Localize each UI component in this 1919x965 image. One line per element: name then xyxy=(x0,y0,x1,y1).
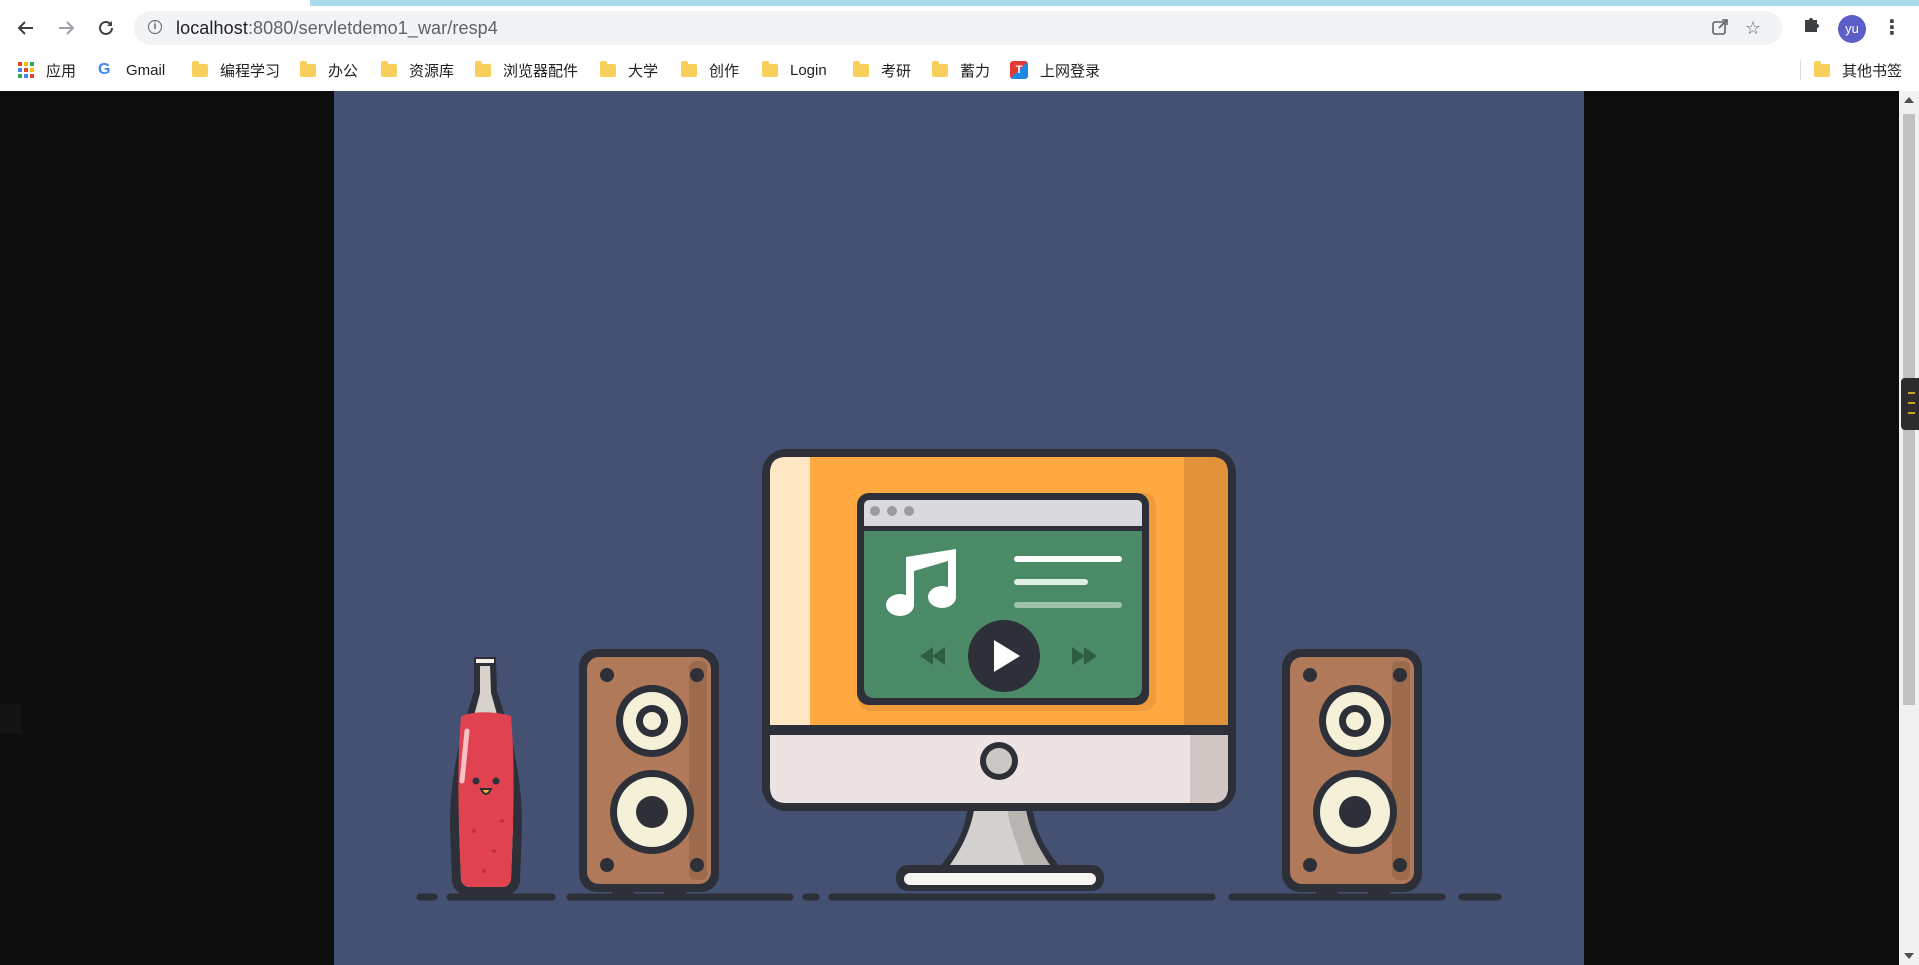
bookmarks-bar: 应用 G Gmail 编程学习 办公 资源库 浏览器配件 大学 创作 Login… xyxy=(0,52,1919,88)
bookmark-label: 创作 xyxy=(709,62,740,80)
folder-icon xyxy=(300,60,316,77)
bookmark-network-login[interactable]: T 上网登录 xyxy=(1010,58,1100,82)
bookmark-label: 大学 xyxy=(628,62,659,80)
apps-grid-icon xyxy=(18,62,34,78)
page-scrollbar[interactable] xyxy=(1899,91,1919,965)
bookmark-label: 编程学习 xyxy=(220,62,281,80)
right-speaker xyxy=(1282,649,1422,899)
bookmark-folder-exam[interactable]: 考研 xyxy=(853,58,911,82)
browser-chrome: i localhost:8080/servletdemo1_war/resp4 … xyxy=(0,0,1919,91)
folder-icon xyxy=(1814,60,1830,77)
puzzle-icon[interactable] xyxy=(1797,14,1825,42)
page-viewport xyxy=(0,91,1899,965)
bookmark-label: 资源库 xyxy=(409,62,455,80)
bookmark-other[interactable]: 其他书签 xyxy=(1814,58,1902,82)
scroll-down-icon[interactable] xyxy=(1904,953,1914,959)
bookmark-apps[interactable]: 应用 xyxy=(18,58,76,82)
bookmark-folder-creation[interactable]: 创作 xyxy=(681,58,739,82)
side-handle[interactable] xyxy=(0,704,22,734)
bookmark-label: Gmail xyxy=(126,61,166,79)
forward-arrow-icon[interactable] xyxy=(52,14,80,42)
bookmark-folder-power[interactable]: 蓄力 xyxy=(932,58,990,82)
info-icon[interactable]: i xyxy=(148,20,162,34)
bookmark-label: 应用 xyxy=(46,62,77,80)
url-text[interactable]: localhost:8080/servletdemo1_war/resp4 xyxy=(176,18,498,39)
folder-icon xyxy=(381,60,397,77)
kebab-menu-icon[interactable]: ⋮ xyxy=(1882,14,1902,42)
address-bar[interactable]: i localhost:8080/servletdemo1_war/resp4 … xyxy=(134,11,1782,45)
bookmark-label: 考研 xyxy=(881,62,912,80)
bookmark-label: 办公 xyxy=(328,62,359,80)
folder-icon xyxy=(762,60,778,77)
bookmark-folder-programming[interactable]: 编程学习 xyxy=(192,58,280,82)
folder-icon xyxy=(475,60,491,77)
folder-icon xyxy=(681,60,697,77)
bookmark-folder-resources[interactable]: 资源库 xyxy=(381,58,454,82)
reload-icon[interactable] xyxy=(92,14,120,42)
bookmark-label: 上网登录 xyxy=(1040,62,1101,80)
bookmark-folder-browser-addons[interactable]: 浏览器配件 xyxy=(475,58,578,82)
folder-icon xyxy=(932,60,948,77)
url-host: localhost xyxy=(176,18,248,38)
play-icon xyxy=(968,620,1040,692)
floating-side-widget[interactable] xyxy=(1901,378,1919,430)
bookmark-gmail[interactable]: G Gmail xyxy=(98,58,165,82)
google-icon: G xyxy=(98,61,111,78)
avatar[interactable]: yu xyxy=(1838,15,1866,43)
bookmarks-divider xyxy=(1800,60,1801,80)
bookmark-folder-office[interactable]: 办公 xyxy=(300,58,358,82)
folder-icon xyxy=(600,60,616,77)
bookmark-label: 浏览器配件 xyxy=(503,62,579,80)
share-icon[interactable] xyxy=(1709,17,1731,39)
scroll-up-icon[interactable] xyxy=(1904,97,1914,103)
bookmark-label: Login xyxy=(790,61,827,79)
bookmark-folder-login[interactable]: Login xyxy=(762,58,827,82)
bookmark-label: 其他书签 xyxy=(1842,62,1903,80)
monitor xyxy=(762,449,1236,891)
folder-icon xyxy=(853,60,869,77)
bookmark-label: 蓄力 xyxy=(960,62,991,80)
music-desk-illustration xyxy=(334,91,1584,965)
bookmark-folder-university[interactable]: 大学 xyxy=(600,58,658,82)
url-path: :8080/servletdemo1_war/resp4 xyxy=(247,18,498,38)
bottle xyxy=(450,657,522,895)
folder-icon xyxy=(192,60,208,77)
star-icon[interactable]: ☆ xyxy=(1742,17,1764,39)
left-speaker xyxy=(579,649,719,899)
browser-toolbar: i localhost:8080/servletdemo1_war/resp4 … xyxy=(0,6,1919,50)
cube-app-icon: T xyxy=(1010,61,1028,79)
back-arrow-icon[interactable] xyxy=(12,14,40,42)
